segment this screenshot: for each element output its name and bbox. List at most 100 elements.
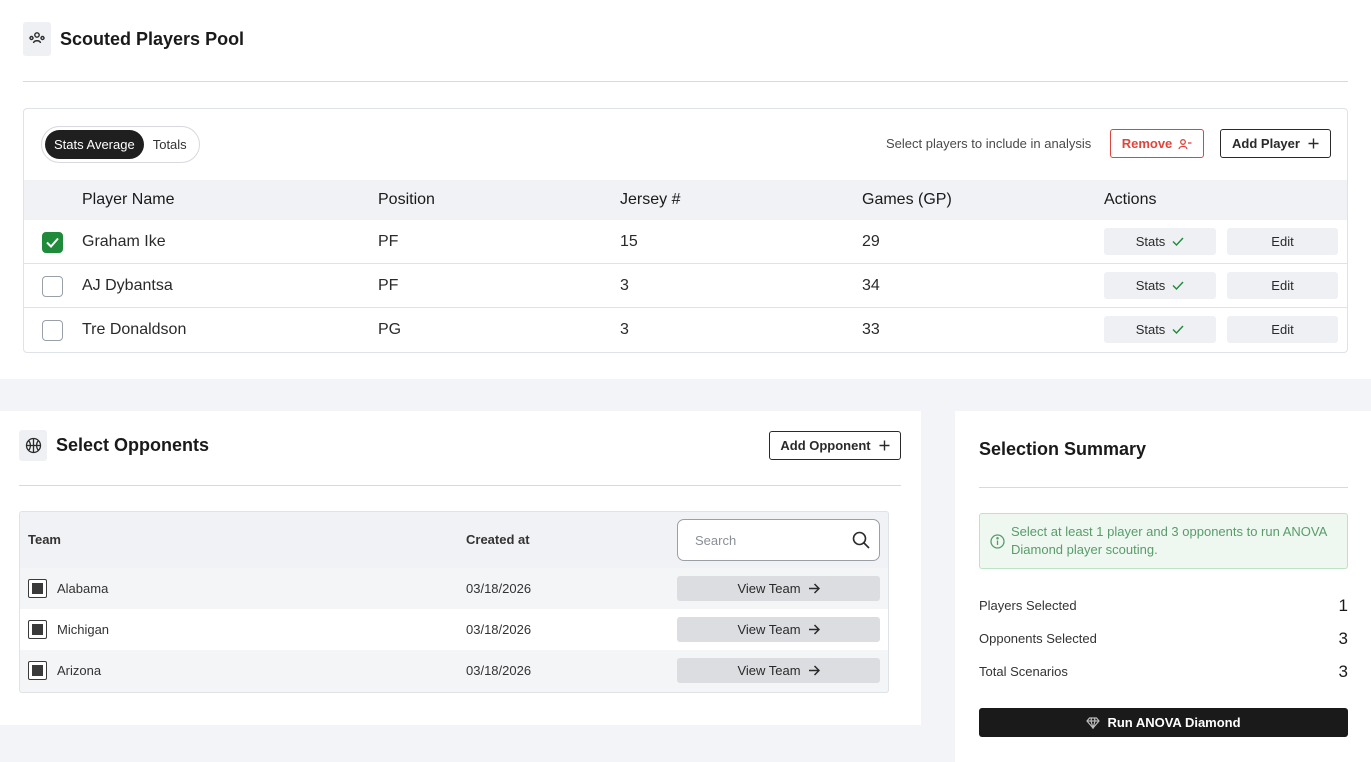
remove-user-icon: [1178, 138, 1192, 149]
remove-button[interactable]: Remove: [1110, 129, 1204, 158]
table-row: Graham Ike PF 15 29 Stats Edit: [24, 220, 1347, 264]
check-icon: [1172, 325, 1184, 334]
divider: [23, 81, 1348, 82]
opponents-table: Team Created at Alabama 03/18/2026 View …: [19, 511, 889, 693]
stats-label: Stats: [1135, 322, 1166, 337]
arrow-right-icon: [808, 583, 820, 594]
player-jersey: 15: [620, 233, 638, 250]
view-team-button[interactable]: View Team: [677, 658, 880, 683]
player-checkbox[interactable]: [42, 232, 63, 253]
team-name: Arizona: [57, 663, 102, 678]
stat-value: 3: [1338, 662, 1348, 681]
col-position: Position: [378, 191, 435, 208]
add-player-button[interactable]: Add Player: [1220, 129, 1331, 158]
opponents-panel: Select Opponents Add Opponent Team Creat…: [0, 411, 921, 725]
stats-mode-toggle[interactable]: Stats Average Totals: [41, 126, 200, 163]
arrow-right-icon: [808, 624, 820, 635]
add-opponent-button[interactable]: Add Opponent: [769, 431, 901, 460]
run-anova-button[interactable]: Run ANOVA Diamond: [979, 708, 1348, 737]
created-at: 03/18/2026: [466, 663, 532, 678]
requirement-notice: Select at least 1 player and 3 opponents…: [979, 513, 1348, 569]
table-row: Tre Donaldson PG 3 33 Stats Edit: [24, 308, 1347, 352]
plus-icon: [1308, 138, 1319, 149]
table-row: Arizona 03/18/2026 View Team: [20, 650, 888, 691]
players-table-header: Player Name Position Jersey # Games (GP)…: [24, 180, 1347, 220]
player-position: PF: [378, 277, 399, 294]
search-input[interactable]: [695, 532, 835, 548]
stats-button[interactable]: Stats: [1104, 228, 1216, 255]
stats-label: Stats: [1135, 278, 1166, 293]
edit-button[interactable]: Edit: [1227, 272, 1338, 299]
stat-players-selected: Players Selected 1: [979, 596, 1348, 616]
player-games: 29: [862, 233, 880, 250]
player-name: AJ Dybantsa: [82, 277, 173, 294]
diamond-icon: [1086, 716, 1101, 729]
col-team: Team: [28, 532, 61, 547]
opponents-header: Select Opponents: [19, 430, 209, 461]
stat-label: Total Scenarios: [979, 664, 1068, 679]
player-games: 34: [862, 277, 880, 294]
basketball-icon: [19, 430, 47, 461]
player-name: Tre Donaldson: [82, 321, 187, 338]
view-team-label: View Team: [737, 622, 801, 637]
players-card: Stats Average Totals Select players to i…: [23, 108, 1348, 353]
summary-title: Selection Summary: [979, 439, 1147, 459]
stats-button[interactable]: Stats: [1104, 272, 1216, 299]
created-at: 03/18/2026: [466, 622, 532, 637]
page-title: Scouted Players Pool: [60, 28, 245, 49]
divider: [979, 487, 1348, 488]
view-team-button[interactable]: View Team: [677, 576, 880, 601]
player-jersey: 3: [620, 277, 629, 294]
table-row: Michigan 03/18/2026 View Team: [20, 609, 888, 650]
opponent-checkbox[interactable]: [28, 661, 47, 680]
opponent-checkbox[interactable]: [28, 579, 47, 598]
player-jersey: 3: [620, 321, 629, 338]
stats-label: Stats: [1135, 234, 1166, 249]
search-box[interactable]: [677, 519, 880, 561]
plus-icon: [879, 440, 890, 451]
created-at: 03/18/2026: [466, 581, 532, 596]
player-name: Graham Ike: [82, 233, 166, 250]
opponent-checkbox[interactable]: [28, 620, 47, 639]
col-created-at: Created at: [466, 532, 530, 547]
view-team-label: View Team: [737, 581, 801, 596]
col-player-name: Player Name: [82, 191, 175, 208]
view-team-button[interactable]: View Team: [677, 617, 880, 642]
notice-text: Select at least 1 player and 3 opponents…: [1011, 524, 1327, 557]
toggle-stats-average[interactable]: Stats Average: [45, 130, 144, 159]
table-row: AJ Dybantsa PF 3 34 Stats Edit: [24, 264, 1347, 308]
info-icon: [990, 534, 1005, 549]
divider: [19, 485, 901, 486]
check-icon: [1172, 281, 1184, 290]
check-icon: [46, 237, 59, 248]
stat-value: 1: [1338, 596, 1348, 615]
player-games: 33: [862, 321, 880, 338]
arrow-right-icon: [808, 665, 820, 676]
add-opponent-label: Add Opponent: [780, 438, 871, 453]
stat-total-scenarios: Total Scenarios 3: [979, 662, 1348, 682]
toggle-totals[interactable]: Totals: [144, 130, 196, 159]
view-team-label: View Team: [737, 663, 801, 678]
stat-opponents-selected: Opponents Selected 3: [979, 629, 1348, 649]
players-header: Scouted Players Pool: [23, 22, 244, 56]
player-position: PF: [378, 233, 399, 250]
table-row: Alabama 03/18/2026 View Team: [20, 568, 888, 609]
col-jersey: Jersey #: [620, 191, 681, 208]
selection-hint: Select players to include in analysis: [886, 136, 1092, 151]
add-player-label: Add Player: [1232, 136, 1300, 151]
stats-button[interactable]: Stats: [1104, 316, 1216, 343]
run-label: Run ANOVA Diamond: [1107, 715, 1241, 730]
opponents-table-header: Team Created at: [20, 512, 888, 568]
players-panel: Scouted Players Pool Stats Average Total…: [0, 0, 1371, 379]
stat-label: Opponents Selected: [979, 631, 1097, 646]
player-checkbox[interactable]: [42, 276, 63, 297]
team-name: Alabama: [57, 581, 109, 596]
check-icon: [1172, 237, 1184, 246]
search-icon: [852, 531, 870, 549]
edit-button[interactable]: Edit: [1227, 228, 1338, 255]
player-checkbox[interactable]: [42, 320, 63, 341]
stat-label: Players Selected: [979, 598, 1077, 613]
stat-value: 3: [1338, 629, 1348, 648]
selection-summary-panel: Selection Summary Select at least 1 play…: [955, 411, 1371, 762]
edit-button[interactable]: Edit: [1227, 316, 1338, 343]
